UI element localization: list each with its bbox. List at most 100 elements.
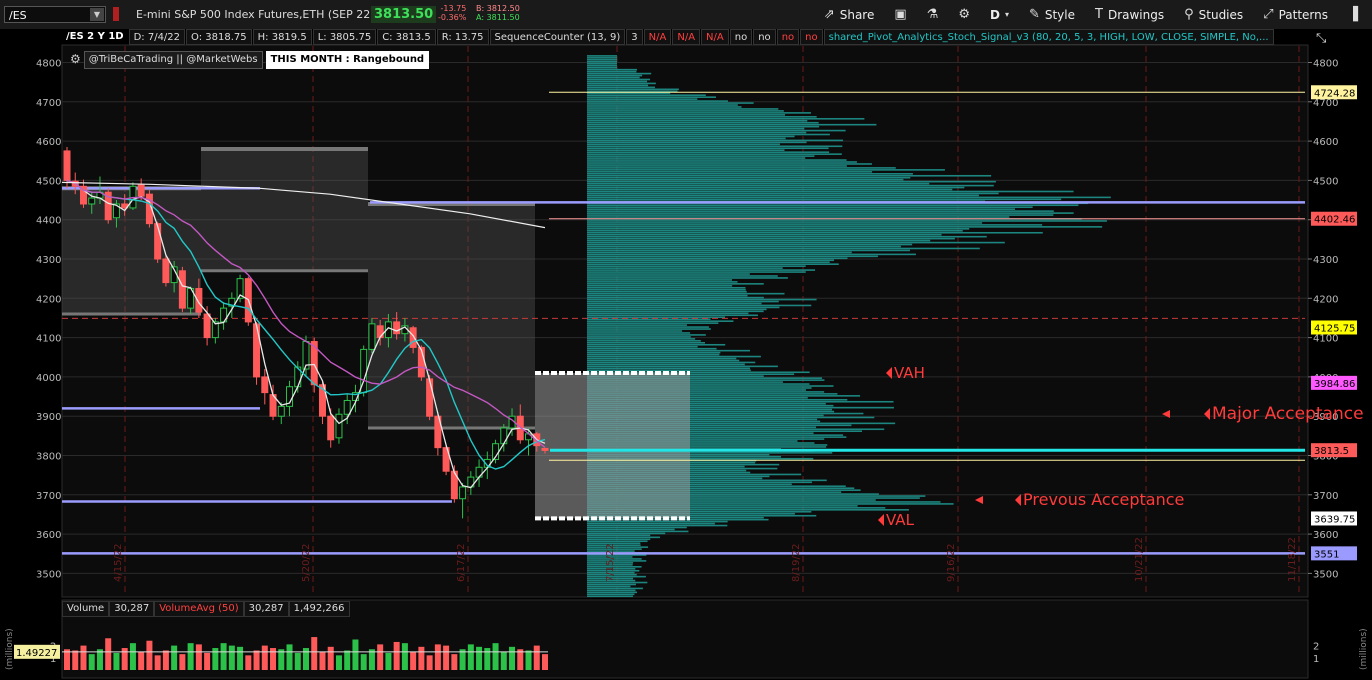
- volume-bar: [476, 646, 483, 670]
- volume-bar: [96, 649, 103, 670]
- period-button[interactable]: D ▾: [982, 0, 1017, 29]
- note-tags: ⚙ @TriBeCaTrading || @MarketWebs THIS MO…: [70, 51, 430, 69]
- profile-bar: [587, 273, 750, 275]
- date-label: 10/21/22: [1134, 537, 1145, 582]
- study-pivot-analytics[interactable]: shared_Pivot_Analytics_Stoch_Signal_v3 (…: [823, 29, 1274, 45]
- candle-body: [154, 223, 162, 260]
- price-tick-label: 3600: [1313, 530, 1338, 541]
- price-badge-label: 4724.28: [1314, 88, 1355, 99]
- volume-bar: [179, 654, 186, 670]
- gear-icon[interactable]: ⚙: [70, 51, 81, 69]
- candle-body: [343, 399, 351, 415]
- snapshot-button[interactable]: ▣: [886, 0, 914, 29]
- date-label: 9/16/22: [946, 543, 957, 582]
- profile-bar: [587, 288, 746, 291]
- profile-bar: [587, 296, 764, 299]
- profile-bar: [587, 245, 901, 248]
- share-button[interactable]: ⇗ Share: [816, 0, 883, 29]
- patterns-icon: ⤢: [1263, 7, 1274, 22]
- volume-label[interactable]: Volume: [62, 601, 110, 617]
- profile-bar: [587, 106, 742, 108]
- profile-bar: [587, 231, 1043, 234]
- profile-bar: [587, 143, 780, 146]
- profile-bar: [587, 112, 811, 114]
- price-tick-label-left: 4000: [36, 373, 61, 384]
- price-badge-label: 4125.75: [1314, 323, 1355, 334]
- price-tick-label-left: 4600: [36, 137, 61, 148]
- price-chart[interactable]: 3500350036003600370037003800380039003900…: [0, 29, 1372, 680]
- bid-value: B: 3812.50: [476, 4, 520, 13]
- profile-bar: [587, 104, 738, 106]
- chevron-down-icon[interactable]: ▼: [90, 8, 104, 21]
- profile-bar: [587, 267, 783, 269]
- profile-bar: [587, 228, 970, 230]
- flag-icon: [113, 7, 119, 21]
- volume-bar: [533, 645, 540, 670]
- study-value: N/A: [643, 29, 672, 45]
- volume-bar: [220, 643, 227, 670]
- ohlc-range: R: 13.75: [436, 29, 489, 45]
- candle-body: [368, 323, 376, 350]
- profile-bar: [587, 536, 660, 539]
- price-tick-label-left: 3600: [36, 530, 61, 541]
- more-button[interactable]: ▐: [1340, 0, 1366, 29]
- volume-bar: [459, 649, 466, 670]
- volume-bar: [492, 643, 499, 670]
- profile-bar: [587, 153, 842, 155]
- candle-body: [426, 378, 434, 417]
- volume-tick-label: 2: [1313, 642, 1319, 653]
- price-change: -13.75 -0.36%: [438, 4, 466, 22]
- style-icon: ✎: [1028, 7, 1040, 22]
- volume-axis-label: (millions): [5, 628, 15, 670]
- share-icon: ⇗: [823, 7, 835, 22]
- price-tick-label-left: 3900: [36, 412, 61, 423]
- flask-button[interactable]: ⚗: [919, 0, 947, 29]
- price-tick-label-left: 3500: [36, 569, 61, 580]
- volume-bar: [467, 644, 474, 670]
- candle-body: [277, 405, 285, 417]
- studies-button[interactable]: ⚲ Studies: [1176, 0, 1251, 29]
- profile-bar: [587, 70, 637, 73]
- study-sequence-counter[interactable]: SequenceCounter (13, 9): [489, 29, 626, 45]
- volume-avg-label[interactable]: VolumeAvg (50): [154, 601, 244, 617]
- price-tick-label: 4800: [1313, 59, 1338, 70]
- profile-bar: [587, 328, 711, 330]
- symbol-period: /ES 2 Y 1D: [66, 31, 124, 42]
- volume-bar: [129, 643, 136, 670]
- instrument-name: E-mini S&P 500 Index Futures,ETH (SEP 22…: [136, 8, 375, 21]
- profile-bar: [587, 306, 780, 309]
- profile-bar: [587, 257, 848, 260]
- profile-bar: [587, 251, 852, 254]
- symbol-input[interactable]: /ES ▼: [4, 6, 106, 23]
- profile-bar: [587, 271, 806, 273]
- last-price: 3813.50: [371, 6, 437, 23]
- profile-bar: [587, 520, 728, 523]
- profile-bar: [587, 239, 931, 242]
- drawings-button[interactable]: T Drawings: [1087, 0, 1172, 29]
- collapse-icon[interactable]: ⤡: [1316, 31, 1326, 46]
- profile-bar: [587, 147, 829, 150]
- price-tick-label: 4200: [1313, 294, 1338, 305]
- study-value: N/A: [701, 29, 729, 45]
- profile-bar: [587, 139, 844, 142]
- profile-bar: [587, 180, 996, 183]
- ohlc-close: C: 3813.5: [377, 29, 436, 45]
- patterns-button[interactable]: ⤢ Patterns: [1255, 0, 1336, 29]
- profile-bar: [587, 522, 715, 525]
- candle-body: [88, 197, 96, 205]
- profile-bar: [587, 269, 816, 271]
- volume-bar: [294, 652, 301, 670]
- profile-bar: [587, 102, 754, 104]
- settings-button[interactable]: ⚙: [950, 0, 978, 29]
- profile-bar: [587, 155, 815, 157]
- style-button[interactable]: ✎ Style: [1021, 0, 1083, 29]
- price-tick-label-left: 4300: [36, 255, 61, 266]
- change-value: -13.75: [440, 4, 467, 13]
- profile-bar: [587, 108, 779, 110]
- price-tick-label: 4500: [1313, 176, 1338, 187]
- volume-bar: [393, 641, 400, 670]
- profile-bar: [587, 290, 747, 293]
- annotation-val: VAL: [886, 511, 915, 529]
- share-label: Share: [839, 7, 875, 22]
- volume-bar: [311, 637, 318, 670]
